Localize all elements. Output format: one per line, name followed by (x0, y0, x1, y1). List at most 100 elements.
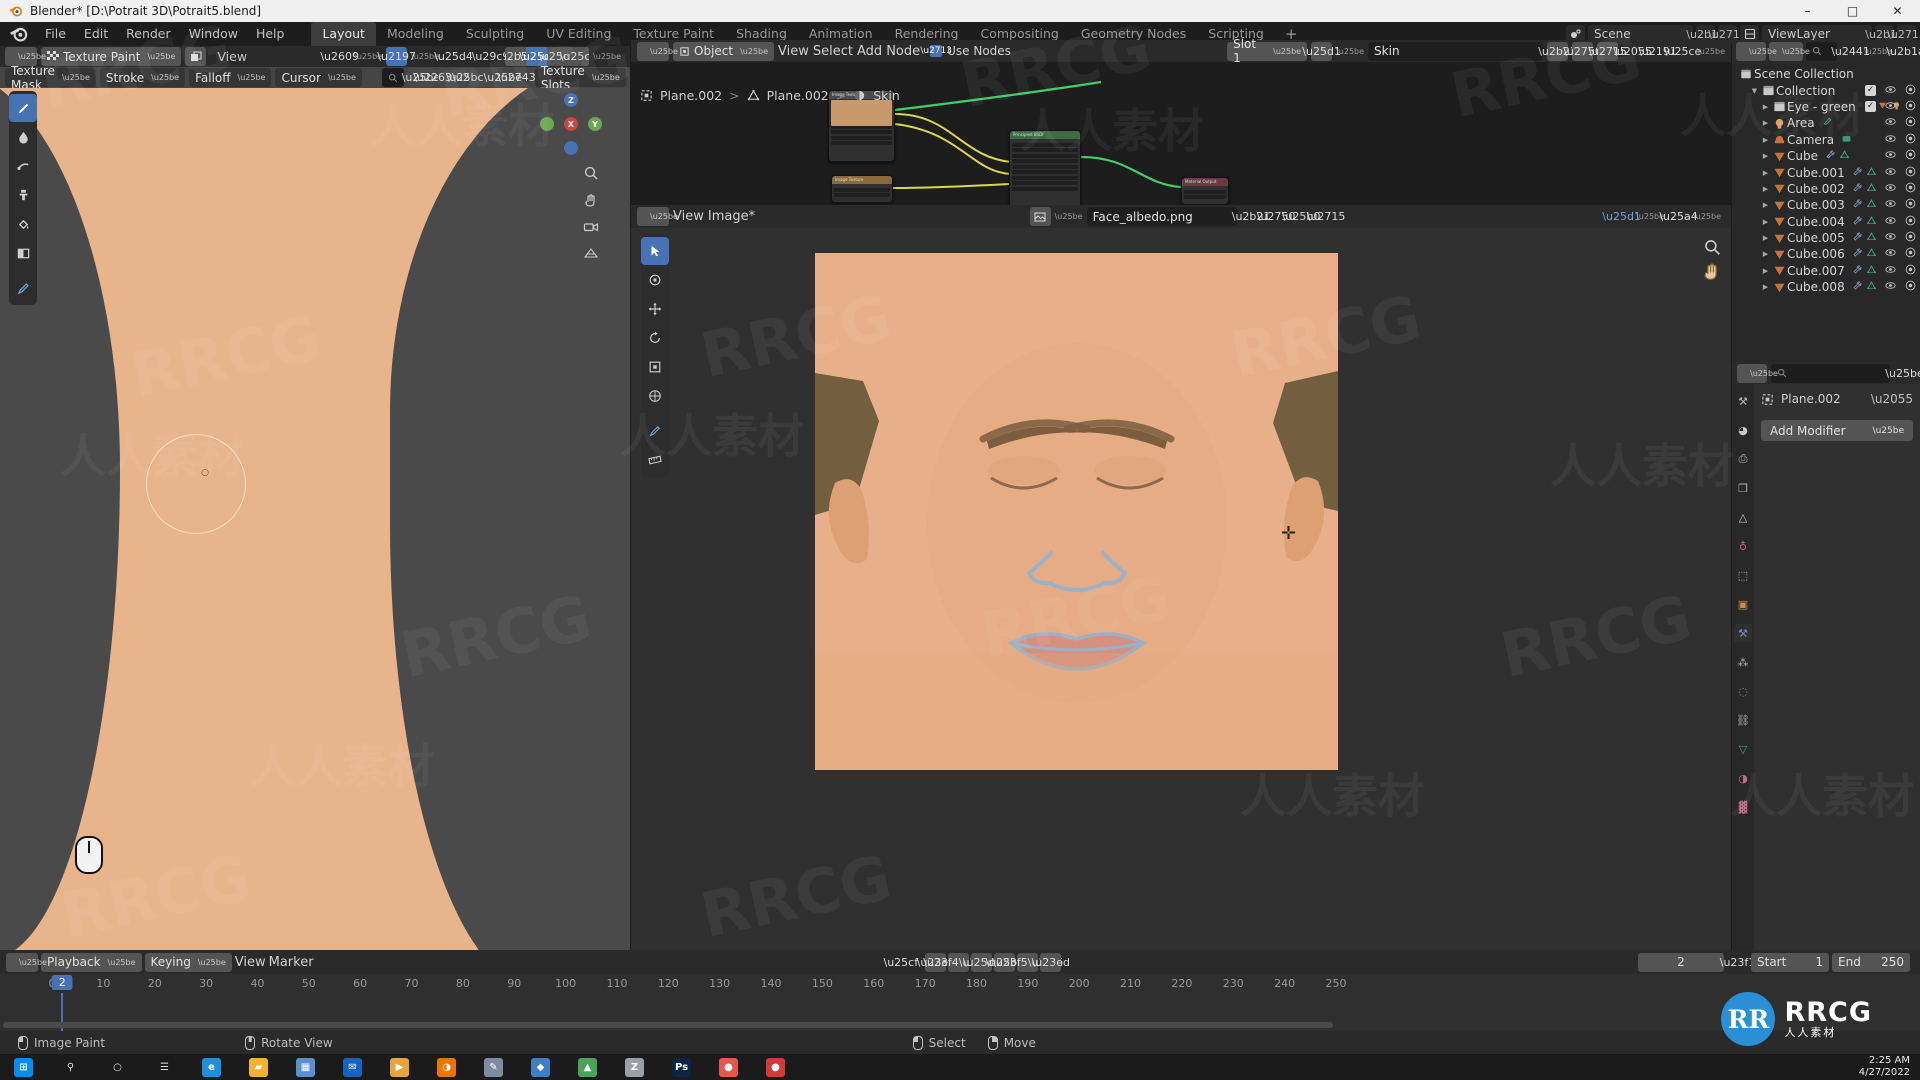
object-tab[interactable]: ▣ (1734, 595, 1752, 613)
viewport-overlay-icon[interactable] (185, 47, 207, 66)
disclosure-right-icon[interactable]: ▶ (1760, 283, 1771, 291)
use-preview-range-icon[interactable]: \u23f1 (1720, 953, 1756, 972)
move-tool[interactable] (641, 295, 669, 323)
workspace-tab-uv-editing[interactable]: UV Editing (535, 22, 622, 46)
disclosure-right-icon[interactable]: ▶ (1760, 103, 1771, 111)
visibility-eye-icon[interactable] (1885, 84, 1896, 98)
visibility-eye-icon[interactable] (1885, 149, 1896, 163)
world-tab[interactable]: ♁ (1734, 537, 1752, 555)
outliner-row-eye-green[interactable]: ▶ Eye - green ✓ (1732, 99, 1920, 115)
substance-app[interactable]: ◆ (517, 1054, 564, 1080)
viewport-view-menu[interactable]: View (210, 48, 254, 65)
outliner-tree[interactable]: Scene Collection ▼ Collection ✓ ▶ Eye - gree… (1732, 62, 1920, 362)
collection-tab[interactable]: ⬚ (1734, 566, 1752, 584)
disclosure-right-icon[interactable]: ▶ (1760, 234, 1771, 242)
render-camera-icon[interactable] (1905, 166, 1916, 180)
outliner-row-area[interactable]: ▶ Area (1732, 115, 1920, 131)
scene-tab[interactable]: △ (1734, 508, 1752, 526)
render-camera-icon[interactable] (1905, 84, 1916, 98)
editor-type-selector-image[interactable]: \u25be (637, 207, 678, 226)
outliner-exclude-checkbox[interactable]: ✓ (1865, 101, 1876, 113)
data-tab[interactable]: ▽ (1734, 740, 1752, 758)
properties-editor[interactable]: ⚒ ◕ ⎙ ❐ △ ♁ ⬚ ▣ ⚒ ⁂ ◌ ⛓ ▽ ◑ ▓ Plane.002 \u2055 Add Mod… (1732, 384, 1920, 950)
image-editor-canvas[interactable]: ✛ (631, 228, 1731, 950)
jump-end-button[interactable]: \u23ed (1032, 952, 1070, 972)
visibility-eye-icon[interactable] (1885, 280, 1896, 294)
ortho-perspective-icon[interactable] (581, 244, 600, 263)
start-button[interactable]: ⊞ (0, 1054, 47, 1080)
timeline-marker-menu[interactable]: Marker (269, 955, 314, 970)
editor-type-selector-timeline[interactable]: \u25be (6, 952, 47, 972)
navigation-gizmo[interactable]: Z Y X (540, 93, 602, 155)
clone-tool[interactable] (9, 181, 37, 209)
visibility-eye-icon[interactable] (1885, 215, 1896, 229)
shader-add-menu[interactable]: Add (857, 44, 882, 59)
image-image-menu[interactable]: Image* (708, 209, 755, 224)
tweak-tool[interactable] (641, 237, 669, 265)
draw-brush-tool[interactable] (9, 94, 37, 122)
disclosure-right-icon[interactable]: ▶ (1760, 201, 1771, 209)
workspace-tab-layout[interactable]: Layout (311, 22, 376, 46)
shader-node[interactable]: Material Output (1181, 177, 1229, 205)
uv-texture-image[interactable] (815, 253, 1338, 770)
menu-edit[interactable]: Edit (75, 23, 117, 45)
lightdata-icon[interactable] (1822, 116, 1833, 130)
pan-hand-icon[interactable] (581, 190, 600, 209)
image-name-field[interactable]: Face_albedo.png (1086, 207, 1237, 226)
rotate-tool[interactable] (641, 324, 669, 352)
outliner-new-collection-icon[interactable]: \u2b1a (1886, 42, 1920, 61)
properties-options-icon[interactable]: \u25be (1885, 364, 1920, 383)
camera-view-icon[interactable] (581, 217, 600, 236)
meshdata-icon[interactable] (1866, 215, 1877, 229)
zoom-icon[interactable] (581, 163, 600, 182)
start-frame-field[interactable]: Start 1 (1751, 952, 1829, 972)
render-camera-icon[interactable] (1905, 247, 1916, 261)
gizmo-axis-x[interactable]: X (564, 117, 578, 131)
blender-menu-icon[interactable] (8, 23, 30, 45)
outliner-filter-icon[interactable]: \u2441 (1831, 42, 1870, 61)
render-camera-icon[interactable] (1905, 198, 1916, 212)
timeline-ruler[interactable]: 0102030405060708090100110120130140150160… (0, 974, 1920, 994)
annotate-tool-image[interactable] (641, 417, 669, 445)
render-camera-icon[interactable] (1905, 100, 1916, 114)
taskbar-clock[interactable]: 2:25 AM 4/27/2022 (1859, 1054, 1910, 1080)
image-display-channels-icon[interactable]: \u25a4 (1659, 207, 1697, 226)
annotate-tool[interactable] (9, 274, 37, 302)
transform-tool[interactable] (641, 382, 669, 410)
proportional-edit-icon[interactable]: \u2197 (377, 47, 416, 66)
auto-keying-icon[interactable]: \u25cf (883, 953, 918, 972)
disclosure-right-icon[interactable]: ▶ (1760, 250, 1771, 258)
breadcrumb-object[interactable]: Plane.002 (660, 88, 722, 103)
tool-tab[interactable]: ⚒ (1734, 392, 1752, 410)
modifier-icon[interactable] (1852, 198, 1863, 212)
image-overlay-icon[interactable]: \u25d1 (1602, 207, 1641, 226)
editor-type-selector-shader[interactable]: \u25be (637, 41, 678, 61)
menu-render[interactable]: Render (117, 23, 180, 45)
visibility-eye-icon[interactable] (1885, 247, 1896, 261)
keying-dropdown[interactable]: Keying \u25be (144, 952, 232, 972)
outliner-row-cube-007[interactable]: ▶ Cube.007 (1732, 263, 1920, 279)
record-app[interactable]: ● (752, 1054, 799, 1080)
breadcrumb-material[interactable]: Skin (873, 88, 900, 103)
overlay-node-icon[interactable]: \u25ce (1664, 42, 1702, 61)
outliner-row-cube-002[interactable]: ▶ Cube.002 (1732, 181, 1920, 197)
meshdata-icon[interactable] (1866, 198, 1877, 212)
modifier-icon[interactable] (1852, 215, 1863, 229)
menu-help[interactable]: Help (247, 23, 294, 45)
output-tab[interactable]: ⎙ (1734, 450, 1752, 468)
material-tab[interactable]: ◑ (1734, 769, 1752, 787)
visibility-eye-icon[interactable] (1885, 116, 1896, 130)
slot-dropdown[interactable]: Slot 1 \u25be (1227, 37, 1308, 65)
shader-select-menu[interactable]: Select (813, 44, 853, 59)
viewport-3d[interactable]: ○ Z Y X (0, 88, 630, 950)
stroke-dropdown[interactable]: Stroke \u25be (99, 68, 186, 87)
disclosure-right-icon[interactable]: ▶ (1760, 185, 1771, 193)
workspace-tab-modeling[interactable]: Modeling (376, 22, 455, 46)
texture-slots-dropdown[interactable]: Texture Slots \u25be (534, 64, 626, 92)
maximize-button[interactable]: □ (1830, 0, 1875, 22)
gizmo-axis-y[interactable]: Y (588, 117, 602, 131)
player-app[interactable]: ▶ (376, 1054, 423, 1080)
sample-tool[interactable] (641, 266, 669, 294)
meshdata-icon[interactable] (1866, 182, 1877, 196)
outliner-exclude-checkbox[interactable]: ✓ (1865, 85, 1876, 97)
